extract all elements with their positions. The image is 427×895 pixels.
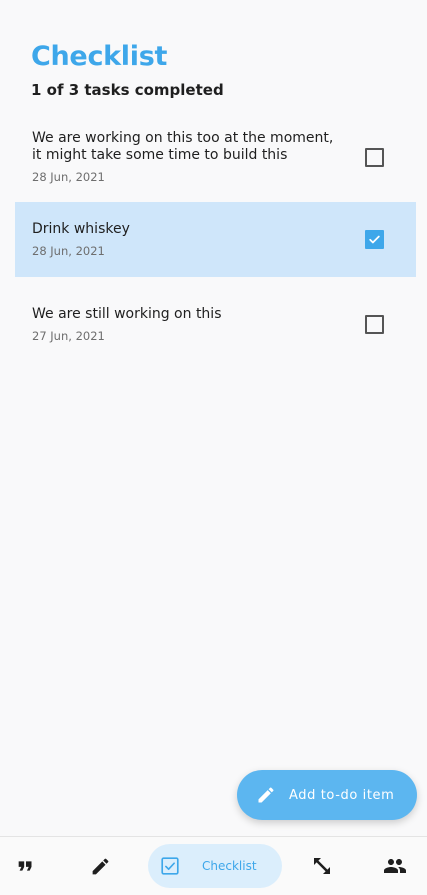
nav-people[interactable] <box>376 837 414 895</box>
nav-checklist[interactable]: Checklist <box>148 844 282 888</box>
task-label: Drink whiskey <box>32 221 130 237</box>
checkmark-icon <box>369 235 380 244</box>
bottom-navigation: Checklist <box>0 836 427 895</box>
task-label: We are working on this too at the moment… <box>32 130 334 163</box>
task-item[interactable]: We are still working on this 27 Jun, 202… <box>15 286 416 362</box>
people-icon <box>384 859 406 873</box>
nav-quotes[interactable] <box>8 837 44 895</box>
page-title: Checklist <box>31 41 168 72</box>
pencil-icon <box>92 858 108 874</box>
page-header: Checklist 1 of 3 tasks completed <box>31 40 224 99</box>
task-checkbox[interactable] <box>365 147 384 167</box>
nav-checklist-label: Checklist <box>202 859 257 873</box>
pencil-icon <box>256 785 276 805</box>
tasks-completed-summary: 1 of 3 tasks completed <box>31 81 224 99</box>
nav-edit[interactable] <box>82 837 118 895</box>
task-item[interactable]: Drink whiskey 28 Jun, 2021 <box>15 202 416 277</box>
quote-icon <box>18 861 32 871</box>
nav-expand[interactable] <box>303 837 341 895</box>
add-todo-label: Add to-do item <box>289 787 395 803</box>
task-date: 28 Jun, 2021 <box>32 170 105 184</box>
task-date: 28 Jun, 2021 <box>32 244 105 258</box>
task-date: 27 Jun, 2021 <box>32 328 105 343</box>
checklist-icon <box>159 855 181 877</box>
task-checkbox[interactable] <box>365 314 384 334</box>
task-label: We are still working on this <box>32 305 222 322</box>
expand-arrows-icon <box>314 858 330 874</box>
task-list: We are working on this too at the moment… <box>15 118 416 362</box>
add-todo-button[interactable]: Add to-do item <box>237 770 417 820</box>
task-item[interactable]: We are working on this too at the moment… <box>15 118 416 196</box>
task-checkbox[interactable] <box>365 230 384 249</box>
